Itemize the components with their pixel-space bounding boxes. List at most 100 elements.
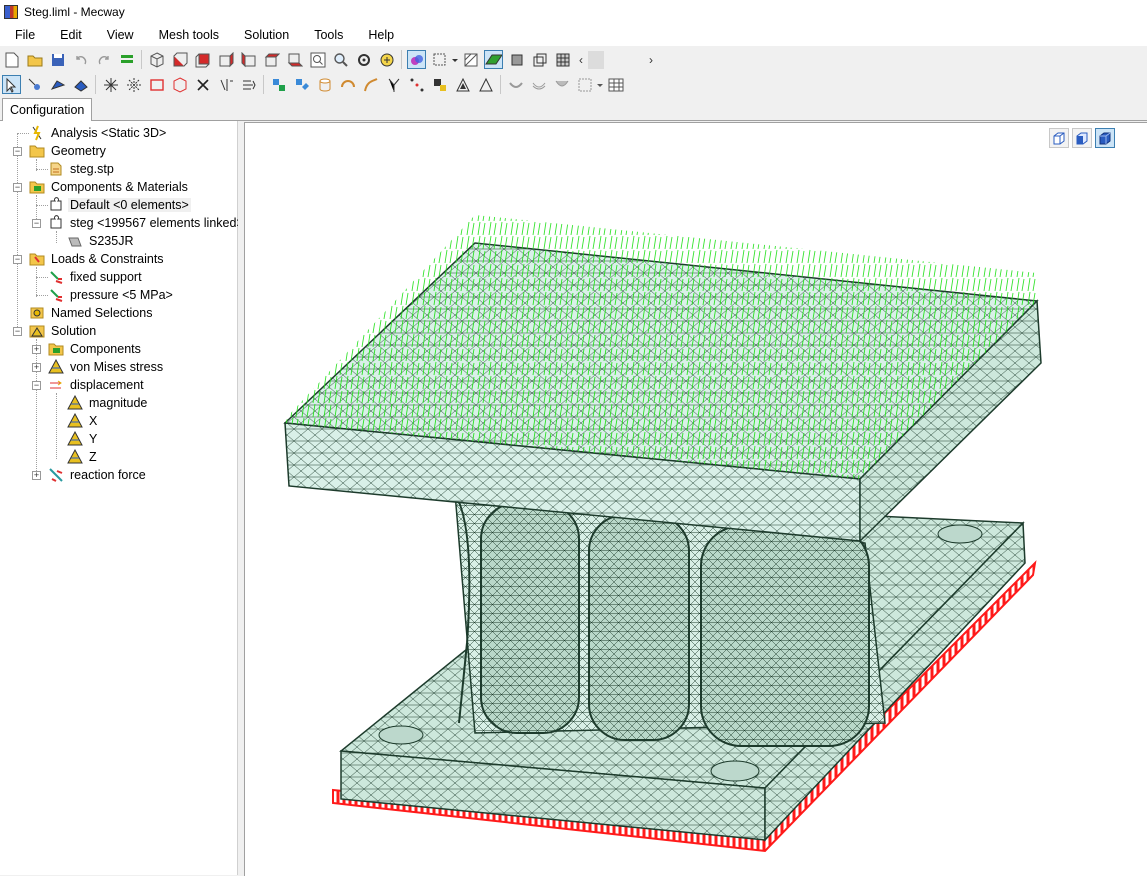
chevron-down-icon[interactable] bbox=[596, 77, 604, 93]
tree-connector bbox=[17, 133, 18, 333]
collapse-toggle[interactable]: − bbox=[32, 219, 41, 228]
mesh-quality-icon[interactable] bbox=[461, 50, 480, 69]
display-options-icon[interactable] bbox=[430, 50, 449, 69]
chevron-right-icon[interactable]: › bbox=[644, 53, 658, 67]
collapse-toggle[interactable]: − bbox=[13, 147, 22, 156]
menu-edit[interactable]: Edit bbox=[46, 28, 93, 42]
iso-view-icon[interactable] bbox=[147, 50, 166, 69]
tree-item-reaction-force[interactable]: reaction force bbox=[48, 466, 148, 484]
select-node-icon[interactable] bbox=[25, 75, 44, 94]
right-view-icon[interactable] bbox=[239, 50, 258, 69]
extrude-icon[interactable] bbox=[453, 75, 472, 94]
display-loads-icon[interactable] bbox=[407, 50, 426, 69]
zoom-icon[interactable] bbox=[331, 50, 350, 69]
tree-item-solution[interactable]: Solution bbox=[29, 322, 98, 340]
tree-item-geometry[interactable]: Geometry bbox=[29, 142, 108, 160]
box-select-icon[interactable] bbox=[147, 75, 166, 94]
open-folder-icon[interactable] bbox=[25, 50, 44, 69]
tree-item-fixed-support[interactable]: fixed support bbox=[48, 268, 144, 286]
tree-item-geometry-file[interactable]: steg.stp bbox=[48, 160, 116, 178]
tree-item-z[interactable]: Z bbox=[67, 448, 99, 466]
back-view-icon[interactable] bbox=[193, 50, 212, 69]
tree-item-named-selections[interactable]: Named Selections bbox=[29, 304, 154, 322]
tree-item-von-mises[interactable]: von Mises stress bbox=[48, 358, 165, 376]
expand-toggle[interactable]: + bbox=[32, 471, 41, 480]
tree-item-material[interactable]: S235JR bbox=[67, 232, 135, 250]
table-icon[interactable] bbox=[606, 75, 625, 94]
toolbar-scroller[interactable]: ‹ › bbox=[574, 50, 658, 69]
chevron-down-icon[interactable] bbox=[451, 52, 459, 68]
menu-view[interactable]: View bbox=[93, 28, 145, 42]
tree-item-pressure[interactable]: pressure <5 MPa> bbox=[48, 286, 175, 304]
zoom-fit-icon[interactable] bbox=[308, 50, 327, 69]
save-icon[interactable] bbox=[48, 50, 67, 69]
bottom-view-icon[interactable] bbox=[285, 50, 304, 69]
tree-item-analysis[interactable]: Analysis <Static 3D> bbox=[29, 124, 168, 142]
select-all-nodes-icon[interactable] bbox=[101, 75, 120, 94]
wireframe-view-icon[interactable] bbox=[530, 50, 549, 69]
tree-connector bbox=[17, 133, 29, 134]
element-box-icon[interactable] bbox=[170, 75, 189, 94]
collapse-toggle[interactable]: − bbox=[13, 183, 22, 192]
shell-icon[interactable] bbox=[529, 75, 548, 94]
move-icon[interactable] bbox=[239, 75, 258, 94]
tree-item-loads[interactable]: Loads & Constraints bbox=[29, 250, 166, 268]
expand-toggle[interactable]: + bbox=[32, 363, 41, 372]
tree-item-magnitude[interactable]: magnitude bbox=[67, 394, 149, 412]
contour-triangle-icon bbox=[67, 449, 83, 465]
cylinder-icon[interactable] bbox=[315, 75, 334, 94]
select-face-icon[interactable] bbox=[71, 75, 90, 94]
pan-icon[interactable] bbox=[377, 50, 396, 69]
shaded-view-icon[interactable] bbox=[484, 50, 503, 69]
tree-connector bbox=[56, 393, 57, 459]
select-element-icon[interactable] bbox=[48, 75, 67, 94]
revolve-icon[interactable] bbox=[338, 75, 357, 94]
branch-icon[interactable] bbox=[384, 75, 403, 94]
menu-tools[interactable]: Tools bbox=[300, 28, 354, 42]
tree-item-y[interactable]: Y bbox=[67, 430, 99, 448]
toolbar-scroll-track[interactable] bbox=[604, 51, 644, 69]
sweep-icon[interactable] bbox=[361, 75, 380, 94]
merge-icon[interactable] bbox=[552, 75, 571, 94]
solid-view-icon[interactable] bbox=[507, 50, 526, 69]
delete-icon[interactable] bbox=[193, 75, 212, 94]
tree-item-x[interactable]: X bbox=[67, 412, 99, 430]
triangle-icon[interactable] bbox=[476, 75, 495, 94]
select-connected-icon[interactable] bbox=[124, 75, 143, 94]
menu-mesh-tools[interactable]: Mesh tools bbox=[145, 28, 230, 42]
select-pointer-icon[interactable] bbox=[2, 75, 21, 94]
scatter-nodes-icon[interactable] bbox=[407, 75, 426, 94]
chevron-left-icon[interactable]: ‹ bbox=[574, 53, 588, 67]
expand-toggle[interactable]: + bbox=[32, 345, 41, 354]
tree-item-displacement[interactable]: displacement bbox=[48, 376, 146, 394]
tree-item-default-component[interactable]: Default <0 elements> bbox=[48, 196, 191, 214]
top-view-icon[interactable] bbox=[262, 50, 281, 69]
collapse-toggle[interactable]: − bbox=[32, 381, 41, 390]
menu-file[interactable]: File bbox=[0, 28, 46, 42]
rotate-icon[interactable] bbox=[354, 50, 373, 69]
left-view-icon[interactable] bbox=[216, 50, 235, 69]
toolbar-scroll-thumb[interactable] bbox=[588, 50, 604, 69]
refine-mesh-icon[interactable] bbox=[269, 75, 288, 94]
menu-solution[interactable]: Solution bbox=[230, 28, 300, 42]
collapse-toggle[interactable]: − bbox=[13, 327, 22, 336]
scale-icon[interactable] bbox=[430, 75, 449, 94]
split-element-icon[interactable] bbox=[216, 75, 235, 94]
mesh-view-icon[interactable] bbox=[553, 50, 572, 69]
tab-strip: Configuration bbox=[0, 98, 1147, 121]
convert-icon[interactable] bbox=[292, 75, 311, 94]
slice-icon[interactable] bbox=[575, 75, 594, 94]
tree-item-solution-components[interactable]: Components bbox=[48, 340, 143, 358]
tree-item-components[interactable]: Components & Materials bbox=[29, 178, 190, 196]
new-file-icon[interactable] bbox=[2, 50, 21, 69]
redo-icon[interactable] bbox=[94, 50, 113, 69]
tree-item-steg-component[interactable]: steg <199567 elements linked> bbox=[48, 214, 246, 232]
front-view-icon[interactable] bbox=[170, 50, 189, 69]
smooth-icon[interactable] bbox=[506, 75, 525, 94]
layers-icon[interactable] bbox=[117, 50, 136, 69]
collapse-toggle[interactable]: − bbox=[13, 255, 22, 264]
tab-configuration[interactable]: Configuration bbox=[2, 98, 93, 121]
undo-icon[interactable] bbox=[71, 50, 90, 69]
menu-help[interactable]: Help bbox=[354, 28, 405, 42]
model-viewport[interactable] bbox=[244, 122, 1147, 876]
